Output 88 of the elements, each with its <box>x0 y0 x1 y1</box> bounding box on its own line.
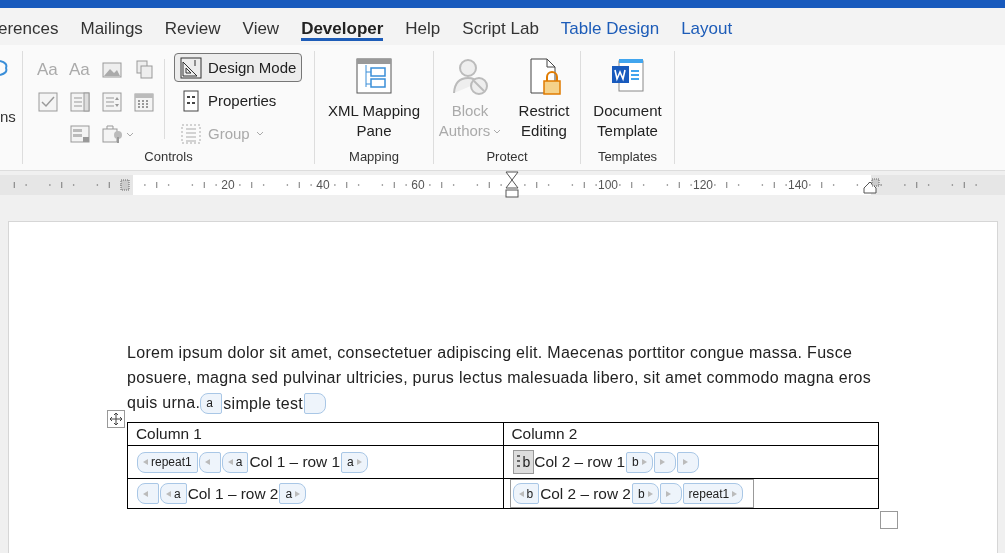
move-handle-icon[interactable] <box>107 410 125 429</box>
content-control-end-tag[interactable]: b <box>631 483 659 505</box>
picture-control-icon[interactable] <box>101 59 123 81</box>
xml-tree-icon <box>355 57 393 95</box>
arrow-icon <box>356 459 362 466</box>
ribbon-tab[interactable]: Table Design <box>552 8 668 45</box>
table-cell-text: Col 1 – row 2 <box>187 484 279 503</box>
paragraph-line: Lorem ipsum dolor sit amet, consectetuer adipiscing elit. Maecenas porttitor congue massa. Fusce <box>127 343 854 363</box>
margin-marker-icon[interactable] <box>120 179 130 191</box>
arrow-icon <box>295 490 301 497</box>
content-control-tag[interactable]: b <box>512 483 540 505</box>
arrow-icon <box>518 490 524 497</box>
content-control-tag[interactable]: repeat1 <box>137 451 198 473</box>
grip-icon <box>516 455 521 470</box>
ribbon-button[interactable]: Design Mode <box>174 53 303 82</box>
content-control-end-tag[interactable]: a <box>341 451 368 473</box>
ribbon-tab[interactable]: Layout <box>673 8 741 45</box>
content-control-end-tag[interactable] <box>659 483 682 505</box>
content-control-end-tag[interactable] <box>653 451 676 473</box>
table-cell-text: Col 2 – row 2 <box>540 484 631 503</box>
arrow-icon <box>227 459 233 466</box>
ribbon-tab[interactable]: View <box>234 8 288 45</box>
ruler-number: 20 <box>221 178 235 192</box>
table-cell-text: Col 2 – row 1 <box>534 453 625 472</box>
arrow-icon <box>682 459 688 466</box>
building-block-icon[interactable] <box>133 59 155 81</box>
blocked-user-icon <box>451 57 489 95</box>
combo-box-icon[interactable] <box>69 91 91 113</box>
design-mode-icon <box>180 56 202 79</box>
ribbon-button[interactable]: XML Mapping Pane <box>319 57 429 141</box>
table-header-cell: Column 1 <box>127 422 503 446</box>
ribbon-tab[interactable]: Help <box>397 8 449 45</box>
legacy-tools-icon[interactable] <box>101 123 135 145</box>
arrow-icon <box>732 490 738 497</box>
arrow-icon <box>665 490 671 497</box>
arrow-icon <box>204 459 210 466</box>
arrow-icon <box>641 459 647 466</box>
indent-marker-icon[interactable] <box>504 171 520 199</box>
group-label: Protect <box>485 149 529 164</box>
group-label: Controls <box>143 149 194 164</box>
control-text: simple test <box>223 395 304 413</box>
properties-icon <box>180 89 202 112</box>
content-control-tag[interactable]: a <box>200 393 223 415</box>
content-control-end-tag[interactable]: repeat1 <box>682 483 744 505</box>
repeating-section-icon[interactable] <box>69 123 91 145</box>
table-cell-text: Col 1 – row 1 <box>249 453 341 472</box>
checkbox-icon[interactable] <box>37 91 59 113</box>
ruler-number: 60 <box>411 178 425 192</box>
caret-icon <box>255 130 264 137</box>
content-control-tag[interactable] <box>137 483 159 505</box>
ribbon-button[interactable]: Document Template <box>592 57 663 141</box>
arrow-icon <box>647 490 653 497</box>
content-control-end-tag[interactable] <box>676 451 699 473</box>
calendar-icon[interactable] <box>133 91 155 113</box>
ribbon-button[interactable]: Properties <box>174 86 303 115</box>
paragraph-line: quis urna. <box>127 394 201 411</box>
ribbon-tab[interactable]: Mailings <box>72 8 151 45</box>
caret-icon <box>493 129 502 136</box>
ribbon-button[interactable]: Restrict Editing <box>509 57 579 141</box>
group-label: Mapping <box>348 149 400 164</box>
content-control-end-tag[interactable]: a <box>279 483 307 505</box>
resize-handle[interactable] <box>880 511 898 530</box>
ruler-number: 40 <box>316 178 330 192</box>
ruler-number: 100 <box>598 178 618 192</box>
repeating-item-frame[interactable]: b Col 2 – row 2 b repeat1 <box>509 479 755 509</box>
content-control-tag[interactable] <box>198 451 221 473</box>
plugin-icon <box>0 57 10 79</box>
arrow-icon <box>166 490 171 497</box>
list-box-icon[interactable] <box>101 91 123 113</box>
ribbon-tab[interactable]: Script Lab <box>454 8 547 45</box>
ribbon-button[interactable]: ns <box>0 108 16 125</box>
ruler-number: 140 <box>788 178 808 192</box>
content-control-tag[interactable]: a <box>221 451 249 473</box>
table-header-cell: Column 2 <box>503 422 879 446</box>
content-control-end-tag[interactable]: b <box>626 451 653 473</box>
group-label: Templates <box>596 149 659 164</box>
ribbon-tab[interactable]: Review <box>156 8 229 45</box>
ribbon-tab[interactable]: Developer <box>293 8 392 45</box>
content-control-end-tag[interactable] <box>304 393 327 415</box>
indent-marker-icon[interactable] <box>862 178 880 194</box>
arrow-icon <box>143 490 148 497</box>
paragraph-line: posuere, magna sed pulvinar ultricies, purus lectus malesuada libero, sit amet commodo magna eros <box>127 368 873 388</box>
arrow-icon <box>143 459 148 466</box>
content-control-tag[interactable]: a <box>160 483 187 505</box>
ruler-number: 120 <box>693 178 713 192</box>
group-icon <box>180 122 202 145</box>
arrow-icon <box>659 459 665 466</box>
control-handle[interactable]: b <box>512 450 535 475</box>
